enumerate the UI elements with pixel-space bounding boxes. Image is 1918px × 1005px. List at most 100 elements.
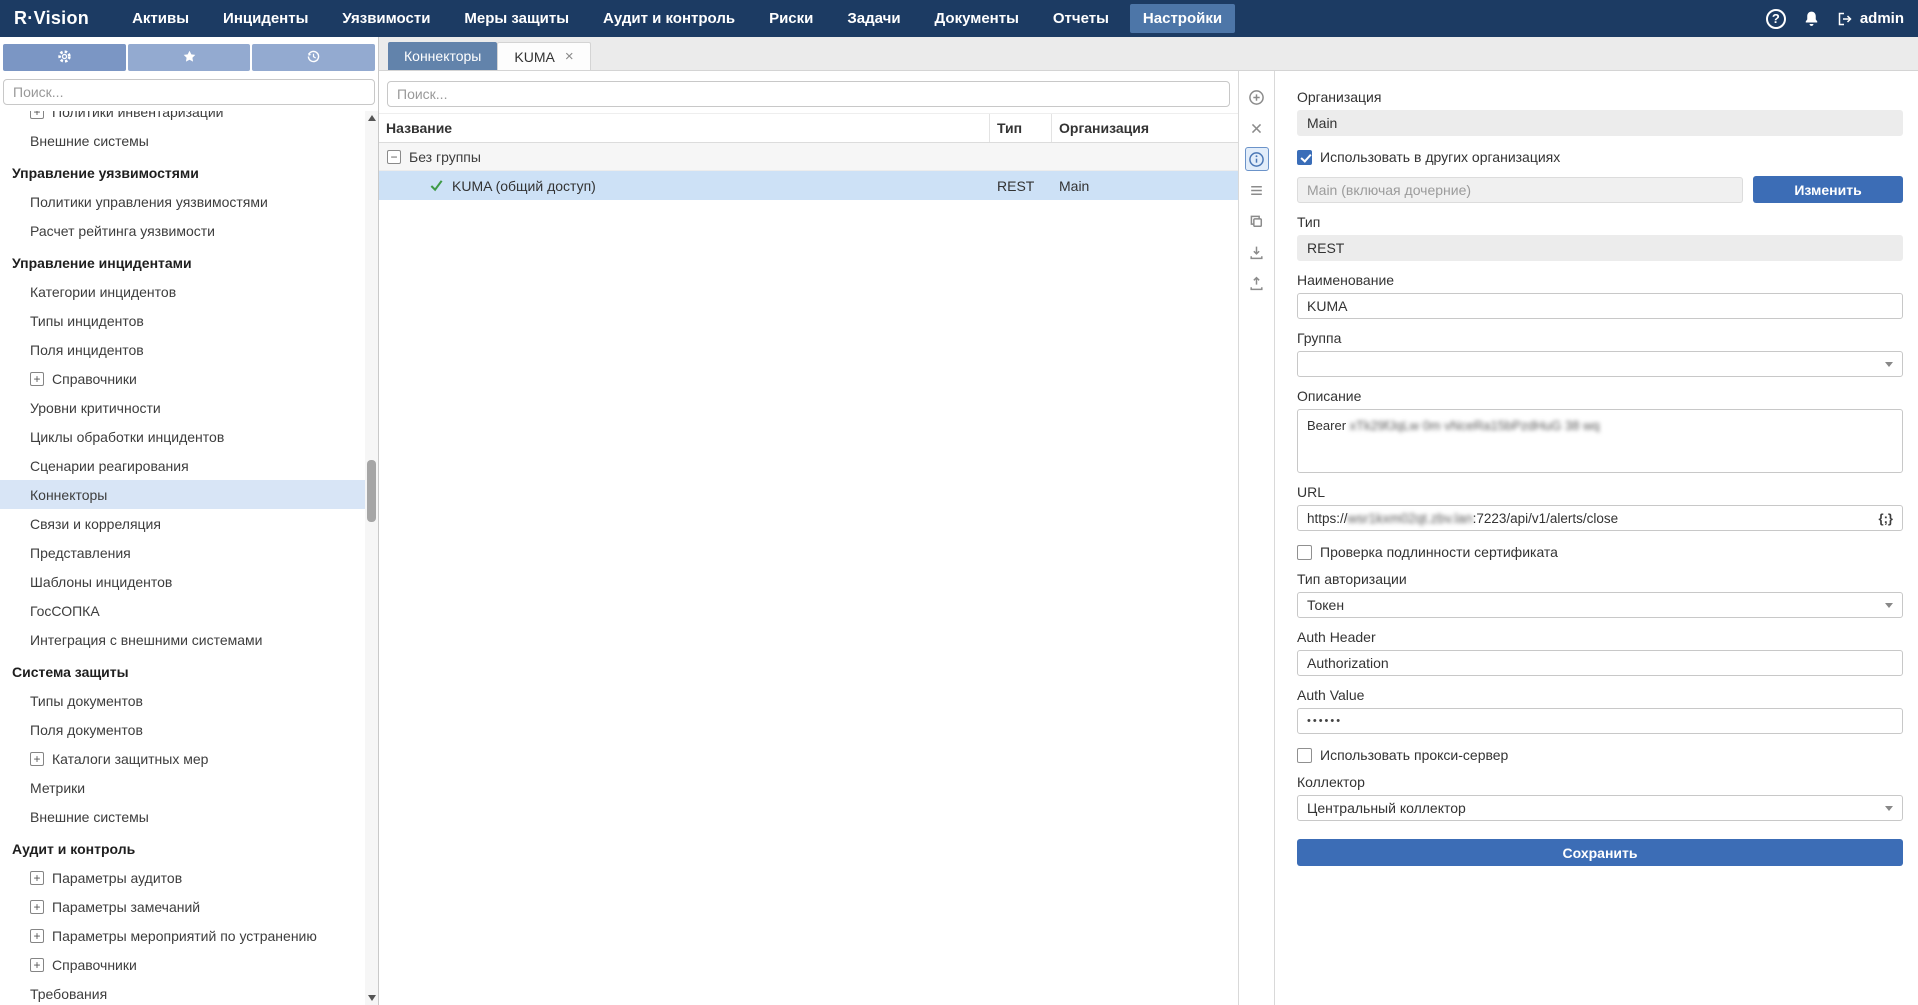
- tree-item[interactable]: +Параметры аудитов: [0, 863, 365, 892]
- info-button[interactable]: [1245, 147, 1269, 171]
- tree-item[interactable]: +Параметры мероприятий по устранению: [0, 921, 365, 950]
- name-input[interactable]: [1297, 293, 1903, 319]
- logout-icon[interactable]: [1837, 11, 1853, 27]
- nav-item[interactable]: Уязвимости: [329, 4, 443, 33]
- nav-item[interactable]: Аудит и контроль: [590, 4, 748, 33]
- type-label: Тип: [1297, 214, 1903, 230]
- nav-item[interactable]: Инциденты: [210, 4, 321, 33]
- tree-item[interactable]: Связи и корреляция: [0, 509, 365, 538]
- nav-item[interactable]: Настройки: [1130, 4, 1235, 33]
- scrollbar-thumb[interactable]: [367, 460, 376, 522]
- type-value-field: REST: [1297, 235, 1903, 261]
- tree-item[interactable]: Шаблоны инцидентов: [0, 567, 365, 596]
- tree-item[interactable]: Представления: [0, 538, 365, 567]
- expand-plus-icon[interactable]: +: [30, 372, 44, 386]
- collector-select[interactable]: Центральный коллектор: [1297, 795, 1903, 821]
- expand-plus-icon[interactable]: +: [30, 958, 44, 972]
- expand-plus-icon[interactable]: +: [30, 871, 44, 885]
- side-toolbar: [1239, 71, 1275, 1005]
- tree-item[interactable]: +Параметры замечаний: [0, 892, 365, 921]
- scroll-down-icon[interactable]: [368, 995, 376, 1001]
- tree-item[interactable]: Требования: [0, 979, 365, 1005]
- sidebar-scrollbar[interactable]: [365, 111, 378, 1005]
- share-orgs-label: Использовать в других организациях: [1320, 149, 1560, 165]
- checkbox-icon[interactable]: [1297, 545, 1312, 560]
- row-name: KUMA (общий доступ): [452, 178, 596, 194]
- export-button[interactable]: [1245, 271, 1269, 295]
- help-icon[interactable]: ?: [1766, 9, 1786, 29]
- bell-icon[interactable]: [1803, 10, 1820, 27]
- nav-item[interactable]: Документы: [922, 4, 1032, 33]
- tree-item[interactable]: Политики управления уязвимостями: [0, 187, 365, 216]
- auth-type-select[interactable]: Токен: [1297, 592, 1903, 618]
- nav-item[interactable]: Активы: [119, 4, 202, 33]
- close-tab-icon[interactable]: ×: [565, 49, 574, 64]
- tab[interactable]: Коннекторы: [388, 42, 497, 70]
- tree-item[interactable]: Метрики: [0, 773, 365, 802]
- description-prefix: Bearer: [1307, 418, 1346, 433]
- description-label: Описание: [1297, 388, 1903, 404]
- sidebar-tab-history[interactable]: [252, 44, 375, 71]
- scroll-up-icon[interactable]: [368, 115, 376, 121]
- cert-checkbox-row[interactable]: Проверка подлинности сертификата: [1297, 544, 1903, 560]
- expand-plus-icon[interactable]: +: [30, 900, 44, 914]
- checkbox-icon[interactable]: [1297, 748, 1312, 763]
- add-button[interactable]: [1245, 85, 1269, 109]
- nav-item[interactable]: Меры защиты: [451, 4, 582, 33]
- tab[interactable]: KUMA×: [497, 42, 590, 70]
- tree-item[interactable]: Типы инцидентов: [0, 306, 365, 335]
- app-logo[interactable]: R·Vision: [14, 8, 89, 29]
- tree-item[interactable]: Внешние системы: [0, 802, 365, 831]
- tree-item[interactable]: +Справочники: [0, 950, 365, 979]
- tree-item[interactable]: Поля документов: [0, 715, 365, 744]
- auth-header-input[interactable]: [1297, 650, 1903, 676]
- tree-item[interactable]: Сценарии реагирования: [0, 451, 365, 480]
- nav-item[interactable]: Задачи: [834, 4, 913, 33]
- upload-icon: [1248, 275, 1265, 292]
- column-header-type[interactable]: Тип: [990, 114, 1052, 142]
- tree-item[interactable]: Категории инцидентов: [0, 277, 365, 306]
- list-search-input[interactable]: [387, 81, 1230, 107]
- collapse-icon[interactable]: −: [387, 150, 401, 164]
- user-menu[interactable]: admin: [1837, 10, 1904, 27]
- sidebar-tab-settings[interactable]: [3, 44, 126, 71]
- expand-plus-icon[interactable]: +: [30, 111, 44, 119]
- list-view-button[interactable]: [1245, 178, 1269, 202]
- delete-button[interactable]: [1245, 116, 1269, 140]
- tree-item[interactable]: +Справочники: [0, 364, 365, 393]
- description-textarea[interactable]: Bearer xTk29fJqLw 0m vNceRa15bPzdHuG 38 …: [1297, 409, 1903, 473]
- tree-item[interactable]: Расчет рейтинга уязвимости: [0, 216, 365, 245]
- sidebar-search-input[interactable]: [3, 79, 375, 105]
- column-header-org[interactable]: Организация: [1052, 114, 1238, 142]
- expand-plus-icon[interactable]: +: [30, 929, 44, 943]
- tree-item[interactable]: ГосСОПКА: [0, 596, 365, 625]
- tree-item[interactable]: Коннекторы: [0, 480, 365, 509]
- url-input[interactable]: https://wsr1kxm02qt.zbv.lan:7223/api/v1/…: [1297, 505, 1903, 531]
- copy-button[interactable]: [1245, 209, 1269, 233]
- auth-value-input[interactable]: ••••••: [1297, 708, 1903, 734]
- tree-item[interactable]: +Каталоги защитных мер: [0, 744, 365, 773]
- tree-item[interactable]: Поля инцидентов: [0, 335, 365, 364]
- column-header-name[interactable]: Название: [379, 114, 990, 142]
- group-row[interactable]: − Без группы: [379, 143, 1238, 171]
- proxy-checkbox-row[interactable]: Использовать прокси-сервер: [1297, 747, 1903, 763]
- group-select[interactable]: [1297, 351, 1903, 377]
- tree-item[interactable]: Уровни критичности: [0, 393, 365, 422]
- tree-item[interactable]: Интеграция с внешними системами: [0, 625, 365, 654]
- add-icon: [1248, 89, 1265, 106]
- sidebar-tab-favorites[interactable]: [128, 44, 251, 71]
- share-orgs-checkbox-row[interactable]: Использовать в других организациях: [1297, 149, 1903, 165]
- variables-icon[interactable]: {;}: [1879, 511, 1893, 526]
- tree-item[interactable]: Циклы обработки инцидентов: [0, 422, 365, 451]
- nav-item[interactable]: Отчеты: [1040, 4, 1122, 33]
- table-row[interactable]: KUMA (общий доступ) REST Main: [379, 171, 1238, 200]
- change-button[interactable]: Изменить: [1753, 176, 1903, 203]
- import-button[interactable]: [1245, 240, 1269, 264]
- save-button[interactable]: Сохранить: [1297, 839, 1903, 866]
- tree-item[interactable]: +Политики инвентаризации: [0, 111, 365, 126]
- nav-item[interactable]: Риски: [756, 4, 826, 33]
- tree-item[interactable]: Внешние системы: [0, 126, 365, 155]
- expand-plus-icon[interactable]: +: [30, 752, 44, 766]
- checkbox-icon[interactable]: [1297, 150, 1312, 165]
- tree-item[interactable]: Типы документов: [0, 686, 365, 715]
